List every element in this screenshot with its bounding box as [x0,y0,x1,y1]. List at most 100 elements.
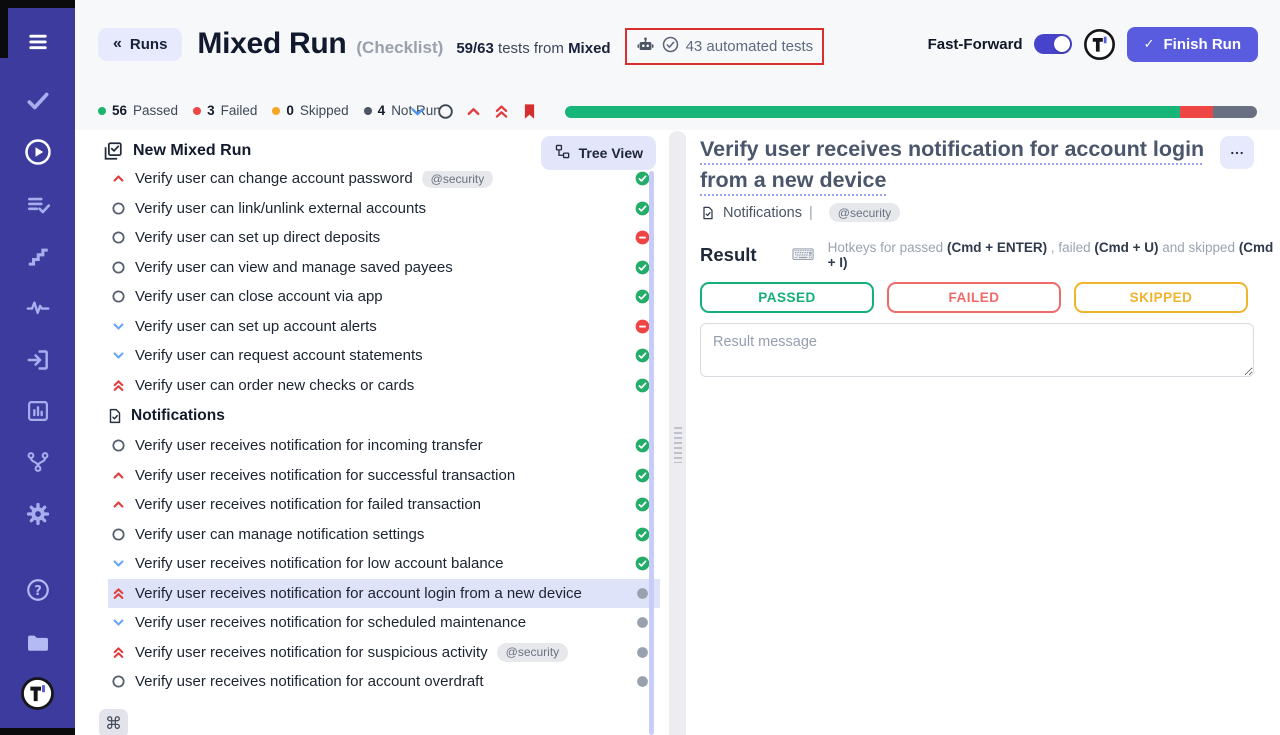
result-message-input[interactable] [700,323,1254,377]
testomat-logo-icon[interactable] [0,671,75,715]
pulse-icon[interactable] [0,286,75,330]
test-section-label[interactable]: Notifications [723,205,802,221]
panel-resize-handle[interactable] [674,427,682,463]
list-header: New Mixed Run Tree View [75,130,660,171]
test-row[interactable]: Verify user can set up account alerts [108,312,660,342]
priority-normal-filter-icon[interactable] [436,102,455,121]
runs-play-icon[interactable] [0,130,75,174]
test-row[interactable]: Verify user can set up direct deposits [108,223,660,253]
test-title[interactable]: Verify user receives notification for ac… [700,134,1218,196]
list-scrollbar[interactable] [649,171,654,735]
test-row[interactable]: Verify user can order new checks or card… [108,371,660,401]
status-dot-icon [98,107,106,115]
progress-segment-passed [565,106,1180,118]
analytics-icon[interactable] [0,389,75,433]
header: « Runs Mixed Run (Checklist) 59/63 tests… [75,0,1280,130]
priority-high-icon [110,496,127,513]
meta-separator: | [809,205,813,221]
security-tag: @security [422,171,494,188]
test-row[interactable]: Verify user can link/unlink external acc… [108,194,660,224]
result-actions: PASSED FAILED SKIPPED [700,282,1248,313]
mark-failed-button[interactable]: FAILED [887,282,1061,313]
test-row[interactable]: Verify user receives notification for su… [108,638,660,668]
finish-run-button[interactable]: ✓ Finish Run [1127,27,1258,62]
status-failed-icon [635,230,650,245]
tree-view-icon [554,143,571,163]
security-tag[interactable]: @security [829,203,901,222]
test-row-title: Verify user can request account statemen… [135,347,423,364]
status-dot-icon [193,107,201,115]
back-to-runs-button[interactable]: « Runs [98,28,182,61]
hotkey-segment: (Cmd + ENTER) [947,240,1047,255]
test-row[interactable]: Verify user can change account password@… [108,171,660,194]
file-check-icon [106,407,124,425]
check-gauge-icon [661,35,680,58]
priority-high-icon [110,467,127,484]
test-row[interactable]: Verify user receives notification for lo… [108,549,660,579]
toggle-knob [1054,36,1070,52]
fast-forward-toggle[interactable] [1034,34,1072,54]
mark-passed-button[interactable]: PASSED [700,282,874,313]
more-options-button[interactable] [1220,136,1254,169]
priority-low-icon [110,318,127,335]
tests-source: Mixed [568,40,611,57]
test-row[interactable]: Verify user receives notification for su… [108,461,660,491]
settings-gear-icon[interactable] [0,492,75,536]
import-icon[interactable] [0,338,75,382]
priority-normal-icon [110,200,127,217]
progress-segment-notrun [1213,106,1257,118]
run-name: New Mixed Run [133,142,251,160]
test-row[interactable]: Verify user can manage notification sett… [108,520,660,550]
svg-text:?: ? [34,584,42,599]
test-row-title: Verify user receives notification for ac… [135,585,582,602]
tests-count: 59/63 [456,40,494,57]
test-row[interactable]: Verify user receives notification for ac… [108,667,660,697]
test-row[interactable]: Verify user receives notification for ac… [108,579,660,609]
priority-normal-icon [110,259,127,276]
test-row[interactable]: Verify user can view and manage saved pa… [108,253,660,283]
test-row[interactable]: Verify user can close account via app [108,282,660,312]
test-row[interactable]: Verify user can request account statemen… [108,341,660,371]
branches-icon[interactable] [0,440,75,484]
status-passed-icon [635,497,650,512]
test-row[interactable]: Verify user receives notification for in… [108,431,660,461]
mark-skipped-button[interactable]: SKIPPED [1074,282,1248,313]
priority-low-filter-icon[interactable] [408,102,427,121]
automated-tests-badge: 43 automated tests [625,28,825,65]
command-menu-button[interactable]: ⌘ [99,709,128,735]
sidebar: ? [0,0,75,735]
header-left: « Runs Mixed Run (Checklist) 59/63 tests… [98,0,824,88]
tests-text: tests from [498,40,564,57]
priority-important-filter-icon[interactable] [492,102,511,121]
test-row[interactable]: Verify user receives notification for fa… [108,490,660,520]
status-passed-icon [635,348,650,363]
test-rows: Verify user can change account password@… [75,171,660,735]
app-logo-icon[interactable] [1083,28,1116,61]
priority-high-filter-icon[interactable] [464,102,483,121]
test-list-panel: New Mixed Run Tree View Verify user can … [75,130,660,735]
test-row[interactable]: Verify user receives notification for sc… [108,608,660,638]
milestones-icon[interactable] [0,234,75,278]
screen-edge [0,728,75,735]
priority-important-icon [110,585,127,602]
help-icon[interactable]: ? [0,568,75,612]
priority-normal-icon [110,437,127,454]
chevrons-left-icon: « [113,36,122,52]
projects-folder-icon[interactable] [0,621,75,665]
check-icon: ✓ [1144,36,1155,52]
tree-view-button[interactable]: Tree View [541,136,656,170]
priority-normal-icon [110,288,127,305]
menu-icon[interactable] [0,20,75,64]
run-type-label: (Checklist) [356,38,443,58]
test-meta: Notifications | @security [700,203,900,222]
finish-run-label: Finish Run [1164,36,1242,53]
security-tag: @security [497,643,569,662]
test-plans-icon[interactable] [0,183,75,227]
app-root: ? « Runs Mixed Run (Checklist) 59/63 tes… [0,0,1280,735]
bookmark-filter-icon[interactable] [520,102,539,121]
section-row[interactable]: Notifications [75,400,660,431]
screen-edge [0,0,75,8]
progress-segment-failed [1180,106,1213,118]
section-title: Notifications [131,407,225,425]
tests-check-icon[interactable] [0,79,75,123]
